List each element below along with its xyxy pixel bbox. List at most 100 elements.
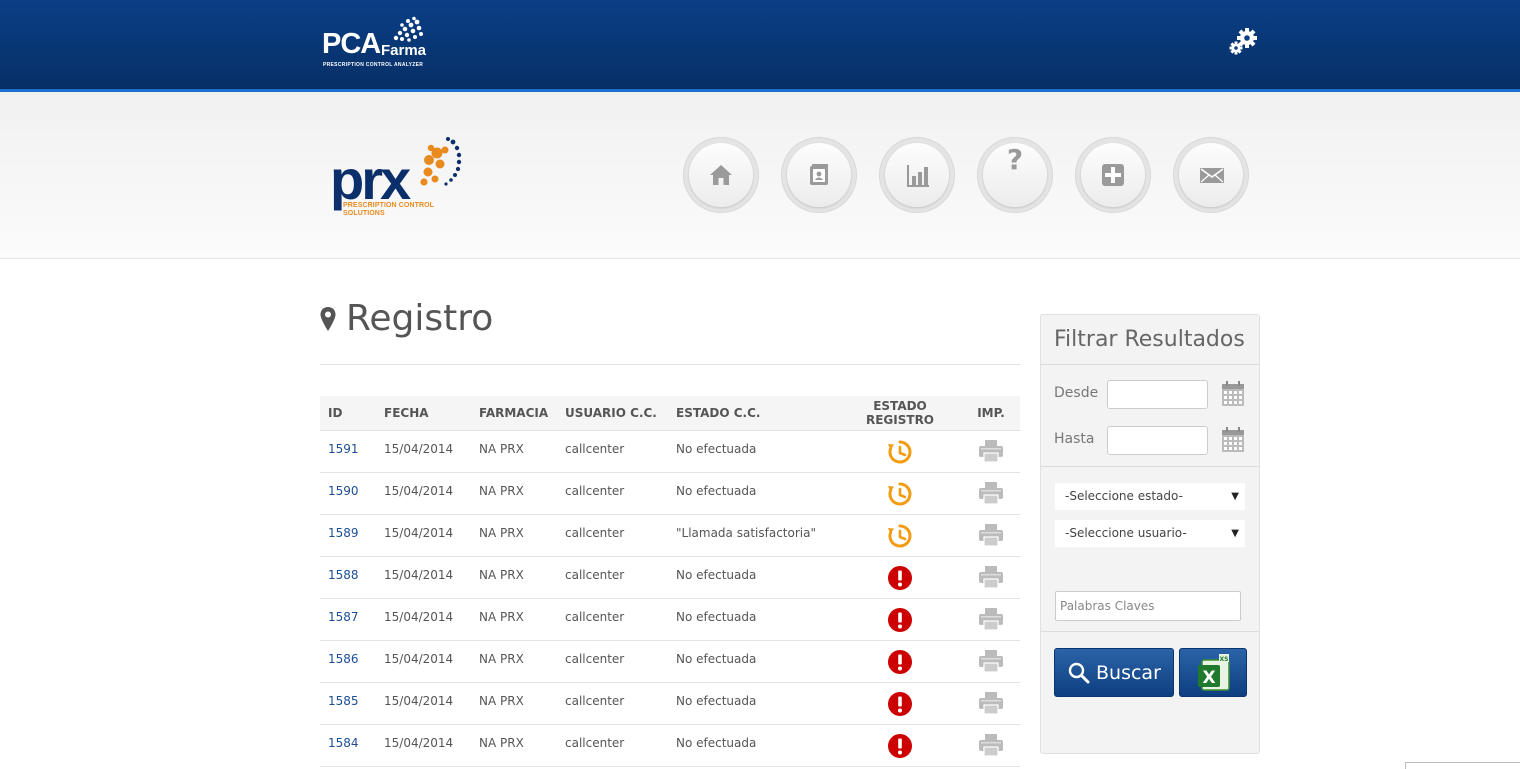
printer-icon <box>979 440 1003 463</box>
row-print-button[interactable] <box>978 481 1004 508</box>
nav-help-button[interactable]: ? <box>977 137 1053 213</box>
hasta-label: Hasta <box>1054 431 1095 447</box>
col-header-farmacia[interactable]: FARMACIA <box>471 396 557 431</box>
nav-mail-button[interactable] <box>1173 137 1249 213</box>
row-id-link[interactable]: 1589 <box>328 526 359 540</box>
usuario-select[interactable]: -Seleccione usuario- ▼ <box>1055 520 1245 547</box>
row-usuario: callcenter <box>557 640 668 683</box>
row-farmacia: NA PRX <box>471 472 557 515</box>
row-id-link[interactable]: 1584 <box>328 736 359 750</box>
table-row: 1585 15/04/2014 NA PRX callcenter No efectua… <box>320 682 1020 725</box>
hasta-date-input[interactable] <box>1107 426 1208 455</box>
row-estado-cc: No efectuada <box>668 430 838 473</box>
filter-panel: Filtrar Resultados Desde Hasta -Seleccio… <box>1040 314 1260 754</box>
filter-title: Filtrar Resultados <box>1054 327 1245 352</box>
row-fecha: 15/04/2014 <box>376 598 471 641</box>
row-imp <box>962 598 1020 641</box>
hasta-calendar-icon[interactable] <box>1221 427 1245 453</box>
row-estado-cc: No efectuada <box>668 556 838 599</box>
svg-text:XS: XS <box>1220 656 1229 663</box>
table-header-row: ID FECHA FARMACIA USUARIO C.C. ESTADO C.… <box>320 396 1020 431</box>
table-row: 1590 15/04/2014 NA PRX callcenter No efectua… <box>320 472 1020 515</box>
row-estado-cc: No efectuada <box>668 682 838 725</box>
buscar-label: Buscar <box>1096 662 1161 684</box>
estado-select-value: -Seleccione estado- <box>1065 489 1183 503</box>
row-imp <box>962 514 1020 557</box>
settings-gear-icon[interactable] <box>1227 26 1259 56</box>
pca-farma-logo[interactable]: PCA Farma PRESCRIPTION CONTROL ANALYZER <box>322 16 432 72</box>
printer-icon <box>979 482 1003 505</box>
row-id-link[interactable]: 1588 <box>328 568 359 582</box>
filter-divider <box>1041 466 1259 467</box>
row-id-link[interactable]: 1587 <box>328 610 359 624</box>
alert-status-icon <box>888 608 912 632</box>
mail-icon <box>1200 168 1224 183</box>
row-fecha: 15/04/2014 <box>376 514 471 557</box>
prx-logo[interactable]: prx PRESCRIPTION CONTROL SOLUTIONS <box>330 134 470 229</box>
nav-add-button[interactable] <box>1075 137 1151 213</box>
nav-contacts-button[interactable] <box>781 137 857 213</box>
filter-divider <box>1041 364 1259 365</box>
nav-home-button[interactable] <box>683 137 759 213</box>
chart-icon <box>907 165 929 187</box>
printer-icon <box>979 650 1003 673</box>
row-estado-cc: No efectuada <box>668 598 838 641</box>
row-print-button[interactable] <box>978 523 1004 550</box>
col-header-id[interactable]: ID <box>320 396 376 431</box>
printer-icon <box>979 734 1003 757</box>
row-id-link[interactable]: 1591 <box>328 442 359 456</box>
row-status-icon <box>887 691 913 720</box>
usuario-select-value: -Seleccione usuario- <box>1065 526 1187 540</box>
desde-calendar-icon[interactable] <box>1221 381 1245 407</box>
row-imp <box>962 640 1020 683</box>
dropdown-arrow-icon: ▼ <box>1231 491 1239 502</box>
pending-status-icon <box>888 524 912 548</box>
nav-stats-button[interactable] <box>879 137 955 213</box>
map-pin-icon <box>320 307 336 331</box>
row-status-icon <box>887 439 913 468</box>
row-id-cell: 1587 <box>320 598 376 641</box>
prx-tagline-2: SOLUTIONS <box>343 210 385 217</box>
row-status-icon <box>887 649 913 678</box>
printer-icon <box>979 524 1003 547</box>
row-print-button[interactable] <box>978 649 1004 676</box>
keywords-input[interactable]: Palabras Claves <box>1055 591 1241 621</box>
row-print-button[interactable] <box>978 733 1004 760</box>
row-print-button[interactable] <box>978 607 1004 634</box>
row-id-link[interactable]: 1585 <box>328 694 359 708</box>
col-header-usuario[interactable]: USUARIO C.C. <box>557 396 668 431</box>
nav-add-inner <box>1081 143 1145 207</box>
table-row: 1591 15/04/2014 NA PRX callcenter No efectua… <box>320 430 1020 473</box>
export-excel-button[interactable]: X XS <box>1179 648 1247 697</box>
row-id-link[interactable]: 1590 <box>328 484 359 498</box>
table-row: 1584 15/04/2014 NA PRX callcenter No efectua… <box>320 724 1020 767</box>
desde-date-input[interactable] <box>1107 380 1208 409</box>
row-fecha: 15/04/2014 <box>376 640 471 683</box>
row-usuario: callcenter <box>557 430 668 473</box>
estado-select[interactable]: -Seleccione estado- ▼ <box>1055 483 1245 510</box>
col-header-estado-registro[interactable]: ESTADO REGISTRO <box>838 396 962 431</box>
table-row: 1586 15/04/2014 NA PRX callcenter No efectua… <box>320 640 1020 683</box>
row-print-button[interactable] <box>978 691 1004 718</box>
row-usuario: callcenter <box>557 472 668 515</box>
buscar-button[interactable]: Buscar <box>1054 648 1174 697</box>
row-fecha: 15/04/2014 <box>376 430 471 473</box>
row-estado-registro <box>838 724 962 767</box>
title-divider <box>320 364 1020 365</box>
row-estado-registro <box>838 640 962 683</box>
row-id-link[interactable]: 1586 <box>328 652 359 666</box>
row-id-cell: 1584 <box>320 724 376 767</box>
col-header-imp: IMP. <box>962 396 1020 431</box>
prx-logo-tagline: PRESCRIPTION CONTROL SOLUTIONS <box>343 202 434 218</box>
nav-help-inner: ? <box>983 143 1047 207</box>
row-print-button[interactable] <box>978 565 1004 592</box>
col-header-estado-cc[interactable]: ESTADO C.C. <box>668 396 838 431</box>
registro-table: ID FECHA FARMACIA USUARIO C.C. ESTADO C.… <box>320 396 1020 767</box>
table-row: 1587 15/04/2014 NA PRX callcenter No efectua… <box>320 598 1020 641</box>
alert-status-icon <box>888 692 912 716</box>
plus-icon <box>1102 164 1124 186</box>
svg-text:X: X <box>1202 668 1215 688</box>
row-id-cell: 1589 <box>320 514 376 557</box>
row-print-button[interactable] <box>978 439 1004 466</box>
col-header-fecha[interactable]: FECHA <box>376 396 471 431</box>
